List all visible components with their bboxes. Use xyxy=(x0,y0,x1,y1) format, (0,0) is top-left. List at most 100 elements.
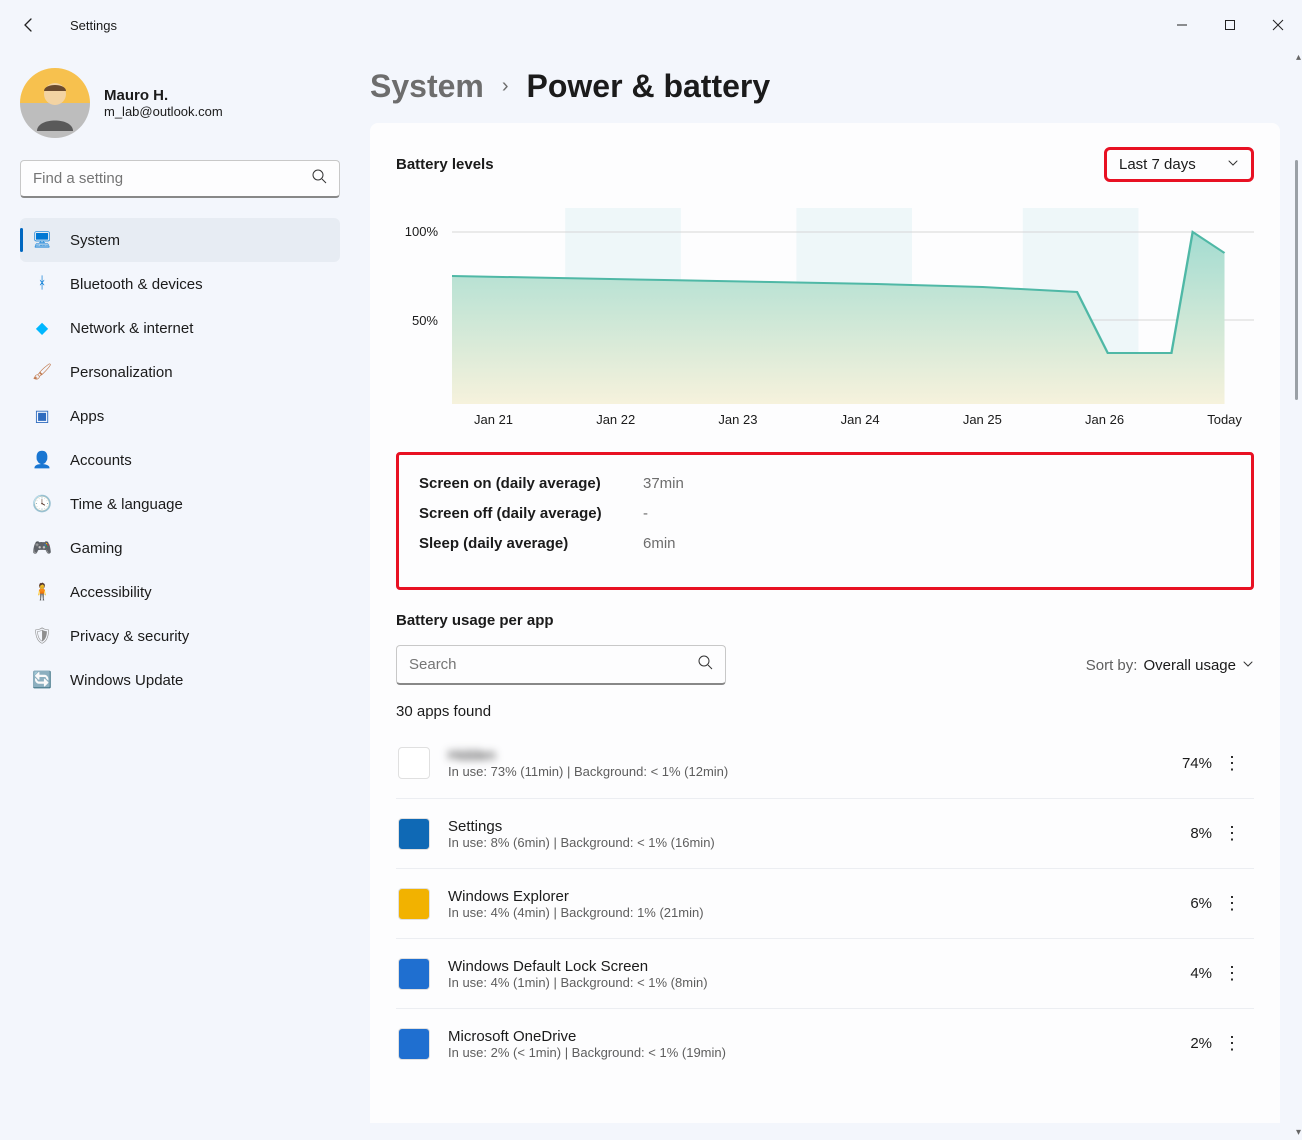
nav-icon: 🎮 xyxy=(32,538,52,558)
chevron-right-icon: › xyxy=(502,75,509,98)
battery-chart: 100%50% xyxy=(396,208,1254,434)
app-icon xyxy=(398,747,430,779)
app-row[interactable]: SettingsIn use: 8% (6min) | Background: … xyxy=(396,798,1254,868)
stat-label: Screen off (daily average) xyxy=(419,499,609,529)
app-row[interactable]: Windows ExplorerIn use: 4% (4min) | Back… xyxy=(396,868,1254,938)
chart-x-label: Jan 22 xyxy=(596,412,635,427)
app-search-input[interactable] xyxy=(409,656,697,673)
chart-x-label: Jan 26 xyxy=(1085,412,1124,427)
sidebar-item-gaming[interactable]: 🎮 Gaming xyxy=(20,526,340,570)
sidebar-item-time-language[interactable]: 🕓Time & language xyxy=(20,482,340,526)
sidebar-item-accessibility[interactable]: 🧍Accessibility xyxy=(20,570,340,614)
app-detail: In use: 4% (4min) | Background: 1% (21mi… xyxy=(448,905,1142,920)
nav-icon: 🔄 xyxy=(32,670,52,690)
sort-label: Sort by: xyxy=(1086,657,1138,674)
battery-usage-title: Battery usage per app xyxy=(396,612,1254,629)
time-range-value: Last 7 days xyxy=(1119,156,1196,173)
sidebar-item-personalization[interactable]: 🖌Personalization xyxy=(20,350,340,394)
maximize-button[interactable] xyxy=(1206,6,1254,44)
app-percent: 74% xyxy=(1142,755,1212,772)
sidebar-item-apps[interactable]: ▣ Apps xyxy=(20,394,340,438)
sort-value: Overall usage xyxy=(1143,657,1236,674)
sidebar-item-system[interactable]: 🖥System xyxy=(20,218,340,262)
app-detail: In use: 4% (1min) | Background: < 1% (8m… xyxy=(448,975,1142,990)
nav-icon: ᚼ xyxy=(32,274,52,294)
nav-icon: ◆ xyxy=(32,318,52,338)
scrollbar[interactable]: ▴▾ xyxy=(1286,50,1302,1140)
stat-value: 6min xyxy=(643,529,676,559)
avatar xyxy=(20,68,90,138)
window-title: Settings xyxy=(70,18,117,33)
profile[interactable]: Mauro H. m_lab@outlook.com xyxy=(20,68,340,138)
nav-icon: 🛡 xyxy=(32,626,52,646)
nav-label: Windows Update xyxy=(70,672,183,689)
nav-label: Time & language xyxy=(70,496,183,513)
apps-found-count: 30 apps found xyxy=(396,703,1254,720)
app-icon xyxy=(398,888,430,920)
sidebar-item-network-internet[interactable]: ◆Network & internet xyxy=(20,306,340,350)
chevron-down-icon xyxy=(1227,156,1239,173)
chart-x-label: Jan 25 xyxy=(963,412,1002,427)
app-percent: 4% xyxy=(1142,965,1212,982)
chart-x-label: Jan 21 xyxy=(474,412,513,427)
more-options-button[interactable]: ⋮ xyxy=(1212,823,1252,844)
stat-value: 37min xyxy=(643,469,684,499)
app-row[interactable]: Windows Default Lock ScreenIn use: 4% (1… xyxy=(396,938,1254,1008)
nav-label: Bluetooth & devices xyxy=(70,276,203,293)
profile-name: Mauro H. xyxy=(104,87,223,104)
profile-email: m_lab@outlook.com xyxy=(104,104,223,119)
sidebar: Mauro H. m_lab@outlook.com 🖥System ᚼ Bluet… xyxy=(0,50,360,1140)
nav-label: Gaming xyxy=(70,540,123,557)
sort-dropdown[interactable]: Sort by: Overall usage xyxy=(1086,657,1254,674)
app-name: Windows Explorer xyxy=(448,888,1142,905)
stat-value: - xyxy=(643,499,648,529)
nav-label: System xyxy=(70,232,120,249)
sidebar-item-bluetooth-devices[interactable]: ᚼ Bluetooth & devices xyxy=(20,262,340,306)
nav-label: Apps xyxy=(70,408,104,425)
time-range-dropdown[interactable]: Last 7 days xyxy=(1104,147,1254,182)
search-icon xyxy=(697,654,713,675)
chart-x-label: Jan 23 xyxy=(718,412,757,427)
app-row[interactable]: Microsoft OneDriveIn use: 2% (< 1min) | … xyxy=(396,1008,1254,1078)
search-input[interactable] xyxy=(33,170,311,187)
app-name: Microsoft OneDrive xyxy=(448,1028,1142,1045)
stat-label: Screen on (daily average) xyxy=(419,469,609,499)
more-options-button[interactable]: ⋮ xyxy=(1212,753,1252,774)
more-options-button[interactable]: ⋮ xyxy=(1212,1033,1252,1054)
app-name: Hidden xyxy=(448,747,1142,764)
chart-x-label: Today xyxy=(1207,412,1242,427)
sidebar-item-accounts[interactable]: 👤 Accounts xyxy=(20,438,340,482)
app-percent: 6% xyxy=(1142,895,1212,912)
app-detail: In use: 8% (6min) | Background: < 1% (16… xyxy=(448,835,1142,850)
settings-search[interactable] xyxy=(20,160,340,198)
battery-levels-title: Battery levels xyxy=(396,156,494,173)
battery-stats: Screen on (daily average) 37min Screen off… xyxy=(396,452,1254,590)
close-button[interactable] xyxy=(1254,6,1302,44)
sidebar-item-privacy-security[interactable]: 🛡 Privacy & security xyxy=(20,614,340,658)
breadcrumb-current: Power & battery xyxy=(527,68,771,105)
nav-label: Privacy & security xyxy=(70,628,189,645)
nav-label: Accounts xyxy=(70,452,132,469)
back-button[interactable] xyxy=(14,10,44,40)
breadcrumb-parent[interactable]: System xyxy=(370,68,484,105)
app-name: Settings xyxy=(448,818,1142,835)
stat-label: Sleep (daily average) xyxy=(419,529,609,559)
chart-x-label: Jan 24 xyxy=(841,412,880,427)
app-detail: In use: 2% (< 1min) | Background: < 1% (… xyxy=(448,1045,1142,1060)
app-search[interactable] xyxy=(396,645,726,685)
more-options-button[interactable]: ⋮ xyxy=(1212,963,1252,984)
app-row[interactable]: HiddenIn use: 73% (11min) | Background: … xyxy=(396,728,1254,798)
nav-icon: 👤 xyxy=(32,450,52,470)
search-icon xyxy=(311,168,327,189)
nav-icon: ▣ xyxy=(32,406,52,426)
breadcrumb: System › Power & battery xyxy=(370,68,1280,105)
minimize-button[interactable] xyxy=(1158,6,1206,44)
app-icon xyxy=(398,818,430,850)
app-percent: 2% xyxy=(1142,1035,1212,1052)
app-name: Windows Default Lock Screen xyxy=(448,958,1142,975)
nav-icon: 🧍 xyxy=(32,582,52,602)
sidebar-item-windows-update[interactable]: 🔄 Windows Update xyxy=(20,658,340,702)
more-options-button[interactable]: ⋮ xyxy=(1212,893,1252,914)
chevron-down-icon xyxy=(1242,657,1254,674)
nav-icon: 🖌 xyxy=(32,362,52,382)
